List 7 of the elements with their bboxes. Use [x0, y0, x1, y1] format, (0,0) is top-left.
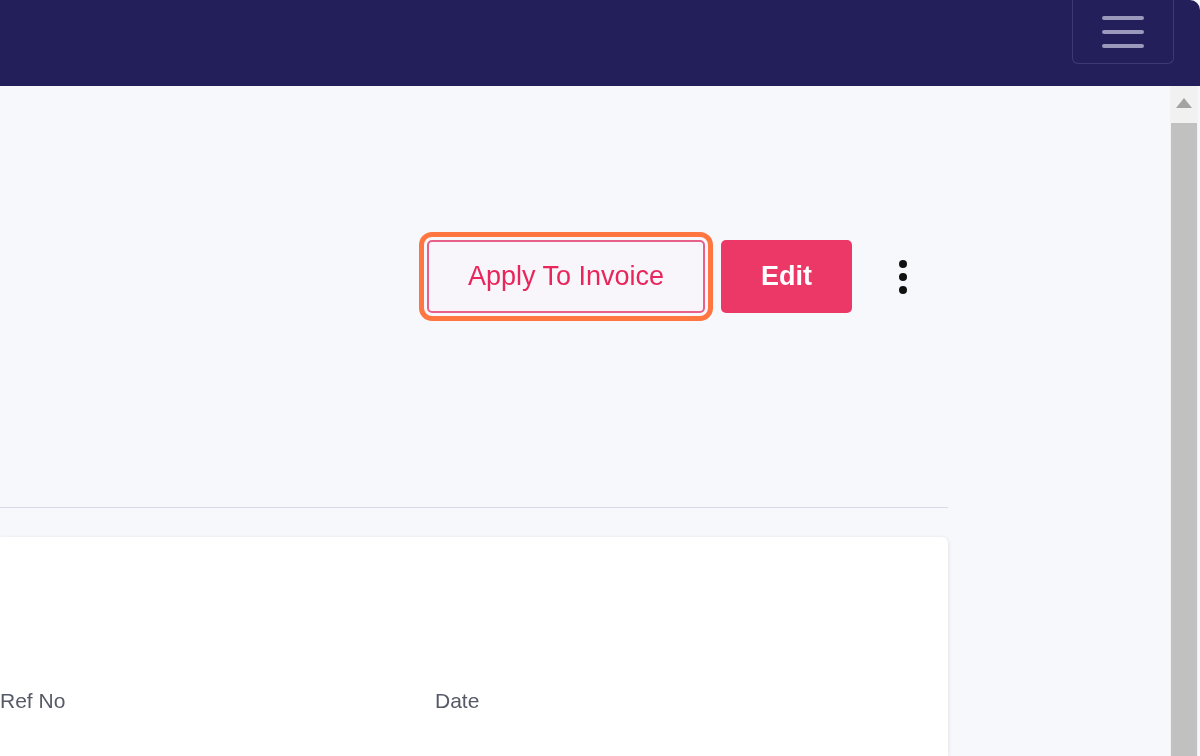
field-label: Date	[435, 689, 480, 713]
field-label: Ref No	[0, 689, 67, 713]
menu-button[interactable]	[1072, 0, 1174, 64]
more-icon	[898, 258, 908, 295]
scroll-up-icon[interactable]	[1176, 98, 1192, 108]
menu-icon	[1101, 14, 1145, 49]
edit-button[interactable]: Edit	[721, 240, 852, 313]
